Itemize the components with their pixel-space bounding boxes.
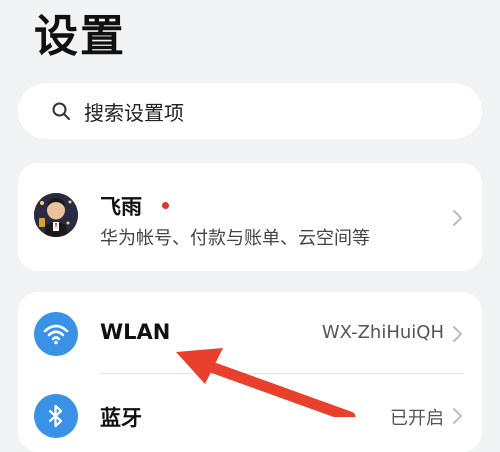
search-placeholder: 搜索设置项 [84, 100, 184, 125]
settings-item-label: 蓝牙 [100, 406, 142, 430]
settings-item-bluetooth[interactable]: 蓝牙 已开启 [18, 374, 482, 452]
settings-item-value: WX-ZhiHuiQH [321, 322, 444, 343]
bluetooth-icon [34, 394, 78, 438]
connectivity-card: WLAN WX-ZhiHuiQH 蓝牙 已开启 [18, 292, 482, 452]
chevron-right-icon [452, 325, 464, 343]
settings-item-value: 已开启 [390, 408, 444, 429]
chevron-right-icon [452, 407, 464, 425]
chevron-right-icon [452, 209, 464, 227]
account-name: 飞雨 [100, 195, 142, 219]
page-title: 设置 [34, 11, 126, 62]
search-icon [50, 100, 72, 122]
account-subtitle: 华为帐号、付款与账单、云空间等 [100, 228, 370, 249]
settings-item-label: WLAN [100, 320, 171, 344]
notification-dot [162, 202, 169, 209]
wifi-icon [34, 312, 78, 356]
avatar [34, 193, 78, 237]
account-card[interactable]: 飞雨 华为帐号、付款与账单、云空间等 [18, 163, 482, 271]
settings-item-wlan[interactable]: WLAN WX-ZhiHuiQH [18, 292, 482, 370]
search-bar[interactable]: 搜索设置项 [18, 83, 482, 139]
